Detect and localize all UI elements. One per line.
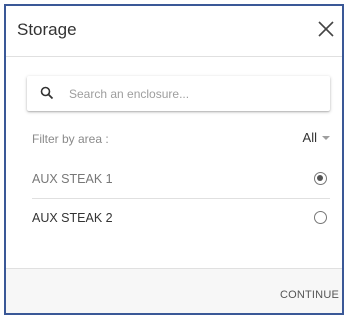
continue-button[interactable]: CONTINUE (280, 289, 339, 301)
enclosure-option-label: AUX STEAK 2 (32, 211, 113, 225)
area-filter-dropdown[interactable]: All (303, 130, 330, 145)
search-input[interactable] (69, 76, 319, 111)
dialog-footer: CONTINUE (6, 268, 342, 313)
enclosure-option-label: AUX STEAK 1 (32, 172, 113, 186)
search-icon (40, 86, 54, 100)
close-icon[interactable] (314, 17, 338, 41)
dialog-title: Storage (17, 20, 77, 39)
area-filter-value: All (302, 130, 317, 145)
filter-label: Filter by area : (32, 132, 109, 146)
storage-dialog: Storage Filter by area : All AUX STEAK 1… (4, 4, 344, 315)
dialog-content: Filter by area : All AUX STEAK 1 AUX STE… (6, 57, 342, 268)
dialog-header: Storage (6, 6, 342, 57)
enclosure-option[interactable]: AUX STEAK 1 (32, 160, 330, 199)
radio-button-checked[interactable] (314, 172, 327, 185)
search-box[interactable] (27, 76, 330, 111)
radio-button-unchecked[interactable] (314, 211, 327, 224)
caret-down-icon (322, 135, 330, 140)
enclosure-option[interactable]: AUX STEAK 2 (32, 199, 330, 237)
